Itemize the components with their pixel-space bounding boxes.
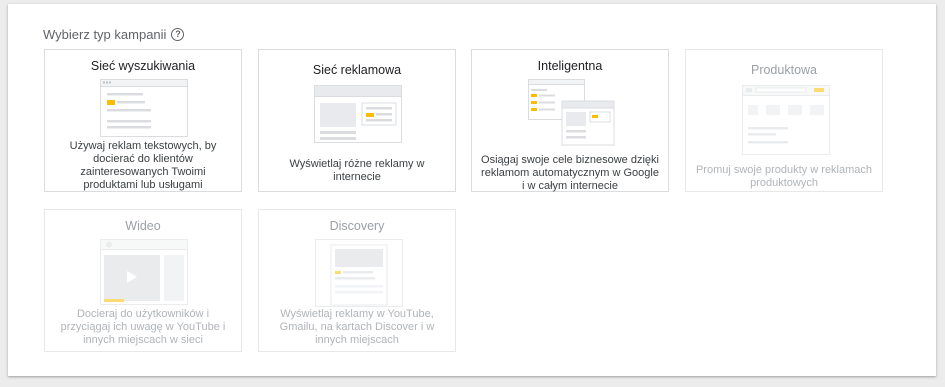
- card-description: Docieraj do użytkowników i przyciągaj ic…: [60, 308, 226, 346]
- video-illustration-icon: [100, 239, 188, 305]
- campaign-card-discovery: Discovery Wyświetlaj reklamy w YouTube, …: [258, 209, 456, 352]
- page-title: Wybierz typ kampanii: [43, 27, 167, 42]
- card-title: Inteligentna: [537, 59, 603, 73]
- campaign-card-video: Wideo Docieraj do użytkowników i przycią…: [44, 209, 242, 352]
- card-description: Promuj swoje produkty w reklamach produk…: [695, 164, 873, 189]
- search-network-illustration-icon: [100, 79, 188, 137]
- smart-illustration-icon: [528, 79, 615, 146]
- card-description: Wyświetlaj różne reklamy w internecie: [289, 158, 425, 183]
- help-icon[interactable]: ?: [171, 28, 185, 41]
- card-title: Sieć wyszukiwania: [90, 59, 196, 73]
- card-title: Produktowa: [750, 63, 817, 77]
- card-title: Discovery: [329, 219, 385, 233]
- campaign-card-search[interactable]: Sieć wyszukiwania Używaj reklam tekstowy…: [44, 49, 242, 192]
- campaign-card-smart[interactable]: Inteligentna Osiągaj swoje cele biznesow…: [471, 49, 669, 192]
- shopping-illustration-icon: [742, 85, 830, 155]
- campaign-card-display[interactable]: Sieć reklamowa Wyświetlaj różne reklamy …: [258, 49, 456, 192]
- campaign-type-panel: Wybierz typ kampanii ? Sieć wyszukiwania…: [8, 4, 936, 376]
- card-title: Wideo: [125, 219, 161, 233]
- discovery-illustration-icon: [315, 239, 403, 307]
- card-description: Wyświetlaj reklamy w YouTube, Gmailu, na…: [279, 308, 435, 346]
- campaign-type-header: Wybierz typ kampanii ?: [43, 27, 185, 42]
- card-description: Używaj reklam tekstowych, by docierać do…: [69, 140, 217, 191]
- display-network-illustration-icon: [314, 85, 402, 143]
- card-description: Osiągaj swoje cele biznesowe dzięki rekl…: [481, 154, 659, 192]
- card-title: Sieć reklamowa: [312, 63, 402, 77]
- campaign-card-shopping: Produktowa Promuj swoje produkty w rekla…: [685, 49, 883, 192]
